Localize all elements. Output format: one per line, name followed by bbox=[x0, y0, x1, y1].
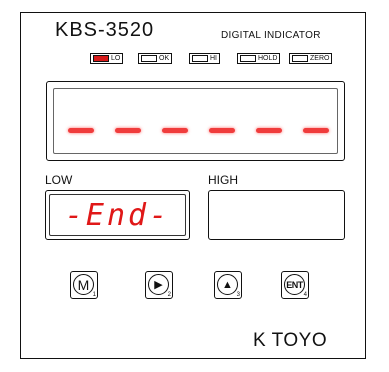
low-display-value: -End- bbox=[64, 197, 171, 233]
up-arrow-icon: ▲ bbox=[222, 278, 233, 291]
play-arrow-icon: ▶ bbox=[154, 278, 163, 291]
hold-indicator: HOLD bbox=[237, 53, 281, 64]
segment-dash bbox=[303, 128, 329, 133]
hi-led bbox=[192, 55, 208, 62]
ent-icon: ENT bbox=[286, 279, 303, 290]
model-number: KBS-3520 bbox=[55, 19, 155, 41]
lo-led bbox=[93, 55, 109, 62]
shift-button-face: ▶ bbox=[148, 274, 169, 295]
low-display-window: -End- bbox=[49, 194, 186, 236]
button-number: 2 bbox=[167, 292, 171, 298]
zero-indicator-label: ZERO bbox=[310, 55, 330, 62]
ok-indicator-label: OK bbox=[159, 55, 170, 62]
hold-led bbox=[240, 55, 256, 62]
segment-dash bbox=[256, 128, 282, 133]
high-label: HIGH bbox=[208, 173, 238, 187]
zero-led bbox=[292, 55, 308, 62]
low-display: -End- bbox=[45, 190, 190, 240]
main-display-window bbox=[53, 88, 338, 154]
device-subtitle: DIGITAL INDICATOR bbox=[221, 30, 321, 41]
button-number: 4 bbox=[303, 292, 307, 298]
indicator-front-panel: KBS-3520 DIGITAL INDICATOR LO OK HI HOLD… bbox=[20, 12, 366, 359]
button-number: 1 bbox=[92, 292, 96, 298]
enter-button-face: ENT bbox=[284, 274, 305, 295]
lo-indicator: LO bbox=[90, 53, 124, 64]
zero-indicator: ZERO bbox=[289, 53, 333, 64]
hi-indicator: HI bbox=[189, 53, 220, 64]
ok-led bbox=[141, 55, 157, 62]
segment-dash bbox=[115, 128, 141, 133]
ok-indicator: OK bbox=[138, 53, 173, 64]
button-number: 3 bbox=[236, 292, 240, 298]
hold-indicator-label: HOLD bbox=[258, 55, 278, 62]
segment-dash bbox=[68, 128, 94, 133]
m-icon: M bbox=[77, 276, 90, 293]
high-display bbox=[208, 190, 345, 240]
mode-button-face: M bbox=[73, 274, 94, 295]
up-button-face: ▲ bbox=[217, 274, 238, 295]
mode-button[interactable]: M 1 bbox=[70, 271, 98, 299]
low-label: LOW bbox=[45, 173, 73, 187]
segment-dash bbox=[209, 128, 235, 133]
segment-dash bbox=[162, 128, 188, 133]
hi-indicator-label: HI bbox=[210, 55, 217, 62]
main-display bbox=[46, 81, 345, 161]
lo-indicator-label: LO bbox=[111, 55, 121, 62]
brand-name: K TOYO bbox=[253, 330, 328, 351]
shift-button[interactable]: ▶ 2 bbox=[145, 271, 173, 299]
enter-button[interactable]: ENT 4 bbox=[281, 271, 309, 299]
up-button[interactable]: ▲ 3 bbox=[214, 271, 242, 299]
